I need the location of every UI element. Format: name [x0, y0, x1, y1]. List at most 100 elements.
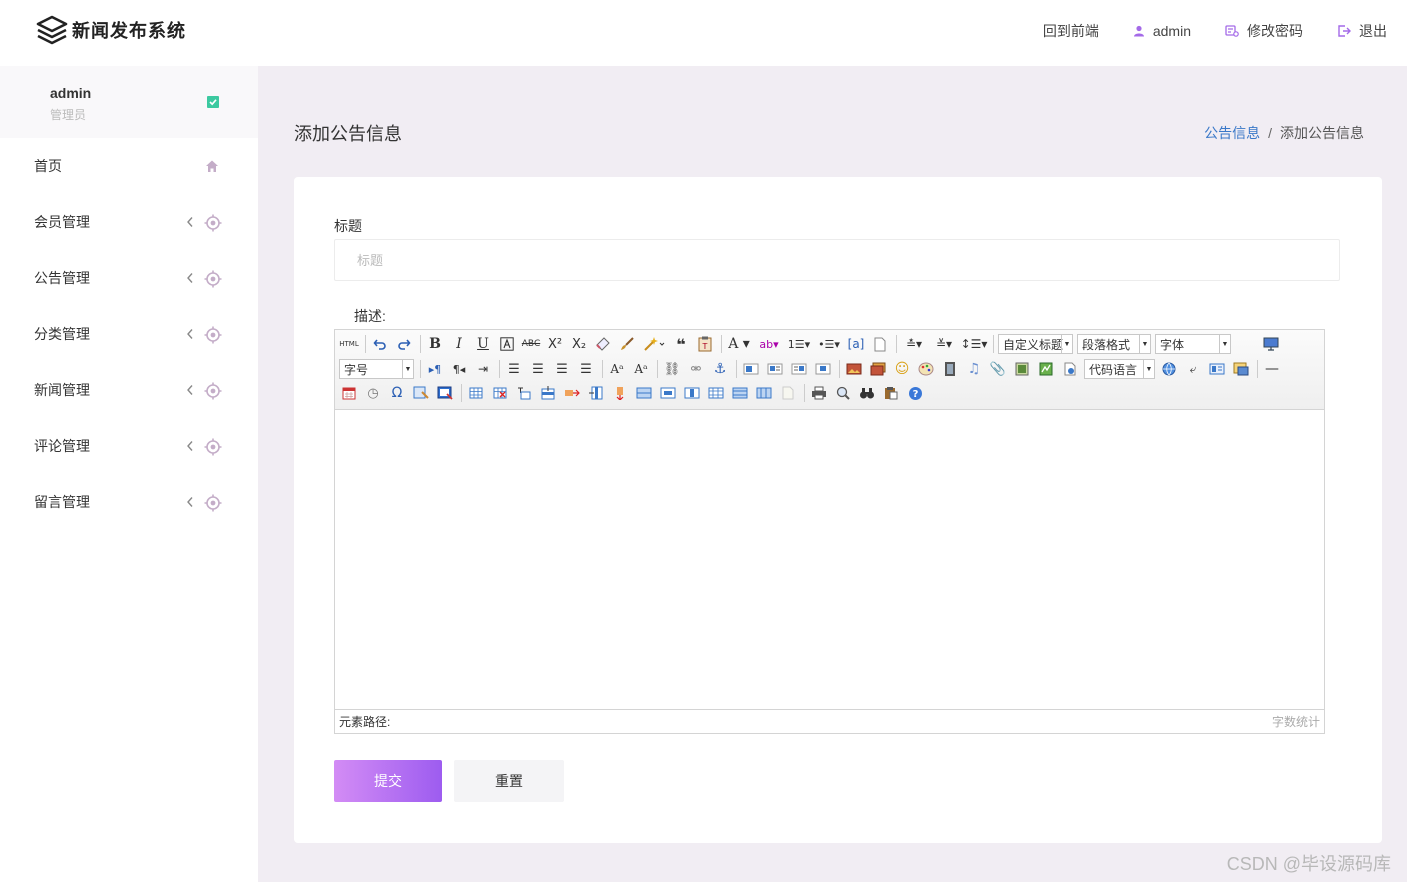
superscript-button[interactable]: X²: [545, 334, 565, 354]
split-rows-button[interactable]: [730, 383, 750, 403]
snapscreen-button[interactable]: [435, 383, 455, 403]
rtl-button[interactable]: ¶◂: [449, 359, 469, 379]
special-chars-button[interactable]: Ω: [387, 383, 407, 403]
insert-music-button[interactable]: ♫: [964, 359, 984, 379]
submit-button[interactable]: 提交: [334, 760, 442, 802]
align-left-button[interactable]: ☰: [504, 359, 524, 379]
custom-title-select[interactable]: 自定义标题 ▼: [998, 334, 1073, 354]
insert-frame-button[interactable]: [1012, 359, 1032, 379]
unlink-button[interactable]: ⚮: [686, 359, 706, 379]
ordered-list-button[interactable]: 1☰▾: [786, 334, 812, 354]
scrawl-button[interactable]: [916, 359, 936, 379]
paste-plain-button[interactable]: T: [695, 334, 715, 354]
uppercase-button[interactable]: Aᵃ: [607, 359, 627, 379]
image-center-button[interactable]: [813, 359, 833, 379]
align-center-button[interactable]: ☰: [528, 359, 548, 379]
blockquote-button[interactable]: ❝: [671, 334, 691, 354]
paragraph-break-button[interactable]: ⤶: [1183, 359, 1203, 379]
ltr-button[interactable]: ▸¶: [425, 359, 445, 379]
sidebar-item-comments[interactable]: 评论管理: [0, 418, 258, 474]
insert-time-button[interactable]: ◷: [363, 383, 383, 403]
align-justify-button[interactable]: ☰: [576, 359, 596, 379]
italic-button[interactable]: I: [449, 334, 469, 354]
logout-link[interactable]: 退出: [1337, 21, 1387, 41]
merge-cells-button[interactable]: [634, 383, 654, 403]
back-to-frontend-link[interactable]: 回到前端: [1043, 21, 1099, 41]
font-border-button[interactable]: [497, 334, 517, 354]
paragraph-format-select[interactable]: 段落格式 ▼: [1077, 334, 1151, 354]
page-break-button[interactable]: [1060, 359, 1080, 379]
merge-down-button[interactable]: [682, 383, 702, 403]
auto-format-button[interactable]: [641, 334, 667, 354]
line-height-button[interactable]: ↕☰▾: [961, 334, 988, 354]
web-image-button[interactable]: [1159, 359, 1179, 379]
subscript-button[interactable]: X₂: [569, 334, 589, 354]
underline-button[interactable]: U: [473, 334, 493, 354]
multi-image-button[interactable]: [868, 359, 888, 379]
link-button[interactable]: ⛓: [662, 359, 682, 379]
anchor-button[interactable]: ⚓: [710, 359, 730, 379]
template-button[interactable]: [1207, 359, 1227, 379]
print-button[interactable]: [809, 383, 829, 403]
current-user-link[interactable]: admin: [1133, 23, 1191, 39]
wordimage-button[interactable]: [411, 383, 431, 403]
eraser-button[interactable]: [593, 334, 613, 354]
image-left-button[interactable]: [765, 359, 785, 379]
attachment-button[interactable]: 📎: [988, 359, 1008, 379]
horizontal-rule-button[interactable]: —: [1262, 359, 1282, 379]
font-family-select[interactable]: 字体 ▼: [1155, 334, 1231, 354]
split-cols-button[interactable]: [754, 383, 774, 403]
lowercase-button[interactable]: Aᵃ: [631, 359, 651, 379]
sidebar-item-announcements[interactable]: 公告管理: [0, 250, 258, 306]
format-painter-button[interactable]: [617, 334, 637, 354]
indent-button[interactable]: ⇥: [473, 359, 493, 379]
insert-table-button[interactable]: [466, 383, 486, 403]
font-color-button[interactable]: A ▾: [726, 334, 752, 354]
insert-paragraph-before-table-button[interactable]: [514, 383, 534, 403]
title-input[interactable]: [334, 239, 1340, 281]
undo-button[interactable]: [370, 334, 390, 354]
delete-row-button[interactable]: [562, 383, 582, 403]
unordered-list-button[interactable]: •☰▾: [816, 334, 842, 354]
insert-video-button[interactable]: [940, 359, 960, 379]
reset-button[interactable]: 重置: [454, 760, 564, 802]
delete-table-button[interactable]: [490, 383, 510, 403]
sidebar-item-home[interactable]: 首页: [0, 138, 258, 194]
image-none-button[interactable]: [741, 359, 761, 379]
chart-button[interactable]: [778, 383, 798, 403]
font-size-select[interactable]: 字号 ▼: [339, 359, 414, 379]
redo-button[interactable]: [394, 334, 414, 354]
background-button[interactable]: [1231, 359, 1251, 379]
sidebar-item-members[interactable]: 会员管理: [0, 194, 258, 250]
html-source-button[interactable]: HTML: [339, 334, 359, 354]
code-language-select[interactable]: 代码语言 ▼: [1084, 359, 1155, 379]
drafts-button[interactable]: [881, 383, 901, 403]
emotion-button[interactable]: ☺: [892, 359, 912, 379]
fullscreen-button[interactable]: [1261, 334, 1281, 354]
insert-row-button[interactable]: [538, 383, 558, 403]
align-right-button[interactable]: ☰: [552, 359, 572, 379]
clear-doc-button[interactable]: [870, 334, 890, 354]
breadcrumb-parent-link[interactable]: 公告信息: [1204, 125, 1260, 141]
preview-button[interactable]: [833, 383, 853, 403]
image-right-button[interactable]: [789, 359, 809, 379]
sidebar-item-messages[interactable]: 留言管理: [0, 474, 258, 530]
change-password-link[interactable]: 修改密码: [1225, 21, 1303, 41]
search-replace-button[interactable]: [857, 383, 877, 403]
bold-button[interactable]: B: [425, 334, 445, 354]
select-all-button[interactable]: [a]: [846, 334, 866, 354]
split-cells-button[interactable]: [706, 383, 726, 403]
map-button[interactable]: [1036, 359, 1056, 379]
sidebar-item-news[interactable]: 新闻管理: [0, 362, 258, 418]
editor-content-area[interactable]: [335, 410, 1324, 710]
sidebar-item-categories[interactable]: 分类管理: [0, 306, 258, 362]
app-logo[interactable]: 新闻发布系统: [36, 14, 186, 46]
delete-col-button[interactable]: [610, 383, 630, 403]
background-color-button[interactable]: ab▾: [756, 334, 782, 354]
row-spacing-top-button[interactable]: ≛▾: [901, 334, 927, 354]
help-button[interactable]: ?: [905, 383, 925, 403]
strikethrough-button[interactable]: ABC: [521, 334, 541, 354]
row-spacing-bottom-button[interactable]: ≚▾: [931, 334, 957, 354]
insert-image-button[interactable]: [844, 359, 864, 379]
insert-date-button[interactable]: [339, 383, 359, 403]
